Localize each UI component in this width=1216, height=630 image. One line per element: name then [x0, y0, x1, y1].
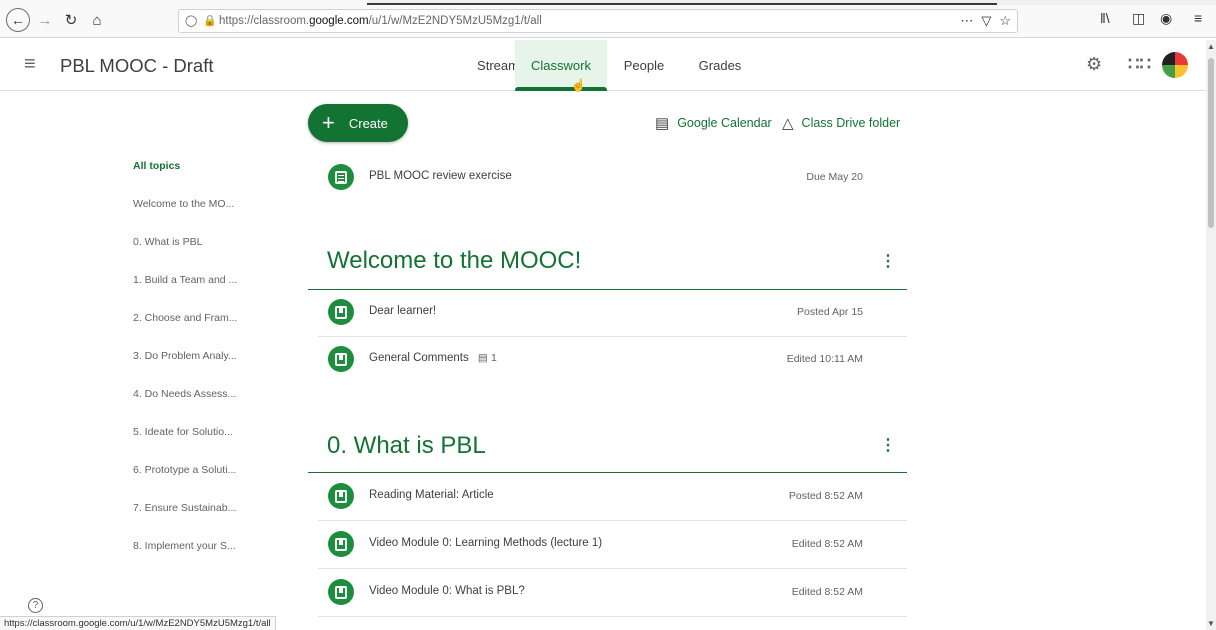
- browser-tab-active[interactable]: [0, 0, 367, 5]
- account-icon[interactable]: ◉: [1160, 10, 1172, 27]
- calendar-icon: ▤: [655, 115, 670, 132]
- avatar[interactable]: [1162, 52, 1188, 78]
- more-vert-icon[interactable]: ⋮: [880, 435, 896, 455]
- tab-grades[interactable]: Grades: [688, 40, 752, 91]
- browser-tab-edge: [367, 3, 997, 5]
- topic-item[interactable]: 5. Ideate for Solutio...: [133, 426, 233, 438]
- scrollbar-thumb[interactable]: [1208, 58, 1214, 228]
- lock-icon[interactable]: 🔒: [203, 14, 217, 27]
- topic-item[interactable]: 3. Do Problem Analy...: [133, 350, 237, 362]
- topic-item[interactable]: 8. Implement your S...: [133, 540, 236, 552]
- menu-icon[interactable]: ≡: [24, 54, 46, 76]
- page-actions-icon[interactable]: ⋯: [960, 13, 973, 29]
- plus-icon: +: [322, 110, 335, 135]
- library-icon[interactable]: ‖\: [1100, 10, 1110, 26]
- shield-icon[interactable]: ◯: [185, 14, 197, 27]
- item-due-date: Due May 20: [806, 171, 863, 183]
- forward-arrow-icon[interactable]: →: [34, 9, 56, 31]
- material-icon: [328, 483, 354, 509]
- class-drive-folder-label: Class Drive folder: [801, 116, 901, 130]
- item-title: Dear learner!: [369, 305, 437, 317]
- address-bar[interactable]: ◯ 🔒 https://classroom.google.com/u/1/w/M…: [178, 9, 1018, 33]
- comment-count: 1: [491, 352, 497, 364]
- item-meta: Posted 8:52 AM: [788, 490, 863, 502]
- topic-item[interactable]: 2. Choose and Fram...: [133, 312, 237, 324]
- item-title: General Comments: [369, 352, 469, 364]
- google-calendar-link[interactable]: ▤ Google Calendar: [655, 114, 772, 132]
- back-arrow-icon[interactable]: ←: [6, 8, 30, 32]
- item-meta: Edited 8:52 AM: [791, 538, 863, 550]
- classwork-item-material[interactable]: Video Module 0: What is PBL? Edited 8:52…: [318, 571, 907, 617]
- browser-menu-icon[interactable]: ≡: [1194, 10, 1202, 26]
- classwork-item-material[interactable]: General Comments ▤ 1 Edited 10:11 AM: [318, 338, 907, 384]
- url-text: https://classroom.google.com/u/1/w/MzE2N…: [219, 15, 542, 27]
- topic-item[interactable]: 4. Do Needs Assess...: [133, 388, 236, 400]
- google-calendar-label: Google Calendar: [677, 116, 772, 130]
- classwork-item-material[interactable]: Dear learner! Posted Apr 15: [318, 291, 907, 337]
- scrollbar[interactable]: ▲ ▼: [1206, 40, 1216, 630]
- section-divider: [308, 289, 907, 290]
- topic-all[interactable]: All topics: [133, 160, 180, 172]
- material-icon: [328, 579, 354, 605]
- topic-item[interactable]: 1. Build a Team and ...: [133, 274, 237, 286]
- item-title: PBL MOOC review exercise: [369, 170, 512, 182]
- tab-people[interactable]: People: [614, 40, 674, 91]
- scroll-up-icon[interactable]: ▲: [1207, 42, 1215, 51]
- item-meta: Posted Apr 15: [797, 306, 863, 318]
- item-meta: Edited 8:52 AM: [791, 586, 863, 598]
- sidebar-icon[interactable]: ◫: [1132, 10, 1145, 27]
- home-icon[interactable]: ⌂: [86, 9, 108, 31]
- topic-item[interactable]: 6. Prototype a Soluti...: [133, 464, 236, 476]
- create-button[interactable]: + Create: [308, 104, 408, 142]
- classwork-item-assignment[interactable]: PBL MOOC review exercise Due May 20: [318, 156, 907, 202]
- section-title: Welcome to the MOOC!: [327, 247, 582, 274]
- bookmark-star-icon[interactable]: ☆: [999, 13, 1011, 29]
- topic-item[interactable]: 0. What is PBL: [133, 236, 202, 248]
- class-drive-folder-link[interactable]: △ Class Drive folder: [782, 114, 900, 132]
- tab-strip: [0, 0, 1216, 5]
- material-icon: [328, 299, 354, 325]
- assignment-icon: [328, 164, 354, 190]
- item-meta: Edited 10:11 AM: [786, 353, 863, 365]
- material-icon: [328, 346, 354, 372]
- reload-icon[interactable]: ↻: [60, 9, 82, 31]
- section-title: 0. What is PBL: [327, 432, 486, 459]
- classroom-header: ≡ PBL MOOC - Draft Stream Classwork Peop…: [0, 40, 1206, 91]
- create-label: Create: [348, 115, 388, 131]
- drive-icon: △: [782, 115, 794, 132]
- apps-grid-icon[interactable]: ∷∷: [1128, 54, 1151, 75]
- help-icon[interactable]: ?: [28, 598, 43, 613]
- topic-item[interactable]: 7. Ensure Sustainab...: [133, 502, 236, 514]
- comment-icon: ▤: [477, 352, 488, 364]
- pocket-icon[interactable]: ▽: [981, 13, 991, 29]
- status-bar-url: https://classroom.google.com/u/1/w/MzE2N…: [0, 616, 276, 630]
- class-title[interactable]: PBL MOOC - Draft: [60, 55, 214, 77]
- classwork-item-material[interactable]: Reading Material: Article Posted 8:52 AM: [318, 475, 907, 521]
- item-title: Video Module 0: Learning Methods (lectur…: [369, 537, 603, 549]
- topic-item[interactable]: Welcome to the MO...: [133, 198, 234, 210]
- item-title: Reading Material: Article: [369, 489, 494, 501]
- scroll-down-icon[interactable]: ▼: [1207, 619, 1215, 628]
- material-icon: [328, 531, 354, 557]
- hand-cursor-icon: ☝: [571, 78, 586, 92]
- browser-toolbar: ← → ↻ ⌂ ◯ 🔒 https://classroom.google.com…: [0, 0, 1216, 38]
- section-divider: [308, 472, 907, 473]
- item-title-wrap: General Comments ▤ 1: [369, 352, 497, 364]
- item-title: Video Module 0: What is PBL?: [369, 585, 525, 597]
- classwork-item-material[interactable]: Video Module 0: Learning Methods (lectur…: [318, 523, 907, 569]
- tab-classwork[interactable]: Classwork: [515, 40, 607, 91]
- more-vert-icon[interactable]: ⋮: [880, 251, 896, 271]
- gear-icon[interactable]: ⚙: [1086, 54, 1102, 75]
